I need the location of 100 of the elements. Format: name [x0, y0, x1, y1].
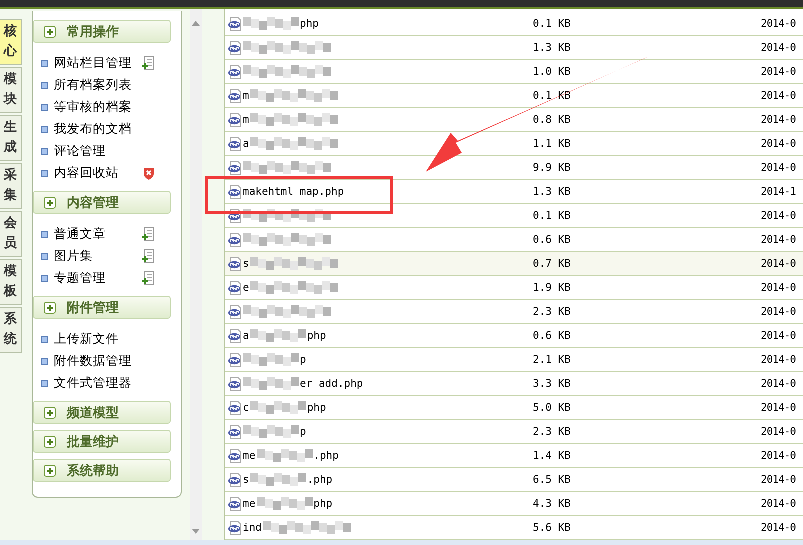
file-name: me: [243, 450, 256, 462]
bullet-icon: [41, 336, 48, 342]
menu-link[interactable]: 上传新文件: [54, 330, 119, 348]
file-size: 0.6 KB: [533, 330, 572, 342]
file-size: 0.6 KB: [533, 234, 572, 246]
menu-group-header[interactable]: 系统帮助: [33, 459, 171, 482]
module-tab[interactable]: 会员: [0, 211, 22, 257]
bullet-icon: [41, 60, 48, 66]
file-name: p: [300, 426, 306, 438]
php-file-icon: [228, 304, 242, 318]
file-size: 2.3 KB: [533, 426, 572, 438]
php-file-icon: [228, 376, 242, 390]
file-date: 2014-0: [761, 330, 796, 342]
file-size: 3.3 KB: [533, 378, 572, 390]
bullet-icon: [41, 148, 48, 154]
file-date: 2014-1: [761, 186, 796, 198]
module-tab[interactable]: 采集: [0, 163, 22, 209]
file-size: 9.9 KB: [533, 162, 572, 174]
bullet-icon: [41, 380, 48, 386]
file-size: 5.0 KB: [533, 402, 572, 414]
bullet-icon: [41, 274, 48, 282]
file-size: 2.1 KB: [533, 354, 572, 366]
file-name: c: [243, 402, 250, 414]
scrollbar[interactable]: [190, 9, 202, 540]
menu-link[interactable]: 内容回收站: [54, 164, 119, 182]
file-size: 1.3 KB: [533, 186, 572, 198]
php-file-icon: [228, 472, 242, 486]
php-file-icon: [228, 424, 242, 438]
php-file-icon: [228, 64, 242, 78]
file-name: .php: [307, 474, 333, 486]
php-file-icon: [228, 520, 242, 534]
file-date: 2014-0: [761, 42, 796, 54]
file-size: 2.3 KB: [533, 306, 572, 318]
menu-link[interactable]: 我发布的文档: [54, 120, 132, 138]
file-date: 2014-0: [761, 378, 796, 390]
file-size: 1.1 KB: [533, 138, 572, 150]
menu-group-header[interactable]: 附件管理: [33, 296, 171, 319]
add-document-icon[interactable]: [142, 271, 155, 285]
file-date: 2014-0: [761, 426, 796, 438]
file-name: makehtml_map.php: [243, 186, 344, 198]
menu-link[interactable]: 普通文章: [54, 226, 106, 242]
menu-link[interactable]: 附件数据管理: [54, 352, 132, 370]
menu-link[interactable]: 网站栏目管理: [54, 54, 132, 72]
menu-group-header[interactable]: 频道模型: [33, 401, 171, 424]
php-file-icon: [228, 16, 242, 30]
menu-link[interactable]: 所有档案列表: [54, 76, 132, 94]
php-file-icon: [228, 256, 242, 270]
file-date: 2014-0: [761, 258, 796, 270]
module-tab[interactable]: 模板: [0, 259, 22, 305]
bullet-icon: [41, 82, 48, 88]
module-tab[interactable]: 系统: [0, 307, 22, 353]
file-date: 2014-0: [761, 474, 796, 486]
php-file-icon: [228, 352, 242, 366]
file-date: 2014-0: [761, 210, 796, 222]
menu-link[interactable]: 评论管理: [54, 142, 106, 160]
add-document-icon[interactable]: [142, 249, 155, 263]
file-name: er_add.php: [300, 378, 364, 390]
file-size: 1.0 KB: [533, 66, 572, 78]
file-date: 2014-0: [761, 522, 796, 534]
php-file-icon: [228, 160, 242, 174]
file-name: m: [243, 90, 250, 102]
file-date: 2014-0: [761, 162, 796, 174]
menu-link[interactable]: 文件式管理器: [54, 374, 132, 392]
file-name: p: [300, 354, 306, 366]
module-tab[interactable]: 模块: [0, 67, 22, 113]
menu-link[interactable]: 等审核的档案: [54, 98, 132, 116]
menu-group-header[interactable]: 常用操作: [33, 20, 171, 43]
bullet-icon: [41, 170, 48, 176]
php-file-icon: [228, 184, 242, 198]
php-file-icon: [228, 400, 242, 414]
menu-link[interactable]: 图片集: [54, 248, 93, 264]
file-size: 6.5 KB: [533, 474, 572, 486]
file-name: s: [243, 474, 250, 486]
file-name: a: [243, 330, 250, 342]
module-tab[interactable]: 核心: [0, 19, 22, 65]
file-date: 2014-0: [761, 114, 796, 126]
menu-group-header[interactable]: 批量维护: [33, 430, 171, 453]
file-date: 2014-0: [761, 354, 796, 366]
file-name: php: [314, 498, 333, 510]
file-row[interactable]: s 0.7 KB 2014-0: [225, 252, 803, 276]
add-document-icon[interactable]: [142, 227, 155, 241]
plus-icon: [44, 302, 56, 314]
file-date: 2014-0: [761, 138, 796, 150]
file-date: 2014-0: [761, 402, 796, 414]
module-tab[interactable]: 生成: [0, 115, 22, 161]
scroll-up-icon[interactable]: [192, 21, 200, 26]
file-date: 2014-0: [761, 18, 796, 30]
delete-shield-icon[interactable]: [143, 166, 155, 180]
php-file-icon: [228, 448, 242, 462]
plus-icon: [44, 26, 56, 38]
file-date: 2014-0: [761, 450, 796, 462]
plus-icon: [44, 436, 56, 448]
add-document-icon[interactable]: [142, 56, 155, 70]
scroll-down-icon[interactable]: [192, 529, 200, 534]
file-name: s: [243, 258, 250, 270]
menu-link[interactable]: 专题管理: [54, 270, 106, 286]
menu-group-header[interactable]: 内容管理: [33, 191, 171, 214]
file-date: 2014-0: [761, 498, 796, 510]
file-size: 1.4 KB: [533, 450, 572, 462]
plus-icon: [44, 464, 56, 476]
